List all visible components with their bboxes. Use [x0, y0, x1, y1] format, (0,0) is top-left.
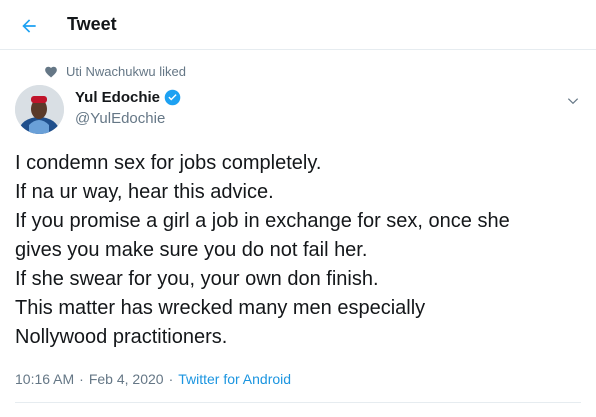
tweet-timestamp[interactable]: 10:16 AM: [15, 371, 74, 387]
chevron-down-icon: [567, 98, 579, 105]
heart-icon: [45, 66, 57, 77]
meta-separator: ·: [79, 371, 84, 387]
author-handle[interactable]: @YulEdochie: [75, 110, 165, 127]
tweet-menu-button[interactable]: [562, 90, 584, 112]
back-button[interactable]: [14, 11, 44, 41]
tweet-line: I condemn sex for jobs completely.: [15, 152, 322, 174]
arrow-left-icon: [22, 19, 36, 33]
tweet-line: Nollywood practitioners.: [15, 326, 228, 348]
author-name[interactable]: Yul Edochie: [75, 89, 181, 106]
tweet-text: I condemn sex for jobs completely. If na…: [15, 149, 590, 352]
tweet-source-link[interactable]: Twitter for Android: [178, 371, 291, 387]
divider: [15, 402, 581, 403]
tweet-line: If she swear for you, your own don finis…: [15, 268, 379, 290]
social-context-text[interactable]: Uti Nwachukwu liked: [66, 64, 186, 79]
meta-separator: ·: [168, 371, 174, 387]
avatar[interactable]: [15, 85, 64, 134]
page-title: Tweet: [67, 14, 117, 34]
tweet-date[interactable]: Feb 4, 2020: [89, 371, 164, 387]
tweet-line: If you promise a girl a job in exchange …: [15, 210, 510, 232]
tweet-line: gives you make sure you do not fail her.: [15, 239, 368, 261]
avatar-image: [15, 85, 64, 134]
tweet-line: If na ur way, hear this advice.: [15, 181, 274, 203]
tweet-meta: 10:16 AM · Feb 4, 2020 · Twitter for And…: [15, 371, 291, 387]
social-context: Uti Nwachukwu liked: [44, 64, 186, 79]
page-header: Tweet: [0, 0, 596, 50]
author-display-name[interactable]: Yul Edochie: [75, 89, 160, 106]
verified-badge-icon: [164, 89, 181, 106]
tweet-line: This matter has wrecked many men especia…: [15, 297, 426, 319]
